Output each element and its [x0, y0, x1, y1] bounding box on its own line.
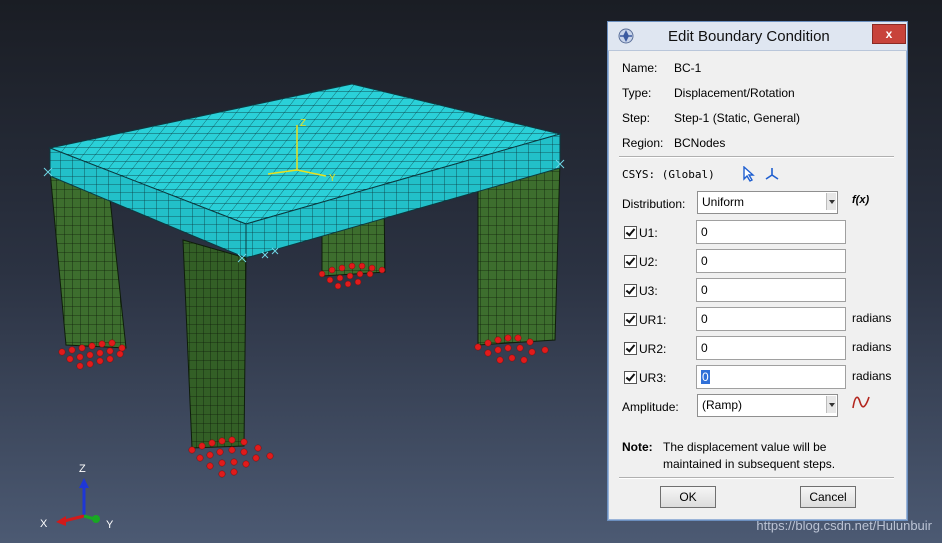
separator-bottom	[619, 477, 894, 479]
note-text-line-2: maintained in subsequent steps.	[663, 457, 836, 471]
distribution-label: Distribution:	[622, 197, 686, 211]
u3-label: U3:	[639, 284, 658, 298]
amplitude-value: (Ramp)	[702, 398, 743, 412]
u2-checkbox[interactable]	[624, 255, 637, 268]
ok-button[interactable]: OK	[660, 486, 716, 508]
ur2-label: UR2:	[639, 342, 667, 356]
dialog-content: Name: BC-1 Type: Displacement/Rotation S…	[614, 52, 901, 514]
view-triad[interactable]	[56, 478, 100, 526]
triad-label-z: Z	[79, 463, 86, 475]
u3-value: 0	[701, 283, 708, 297]
triad-label-y: Y	[106, 519, 114, 531]
u1-checkbox[interactable]	[624, 226, 637, 239]
distribution-value: Uniform	[702, 195, 745, 209]
app-icon	[618, 28, 634, 44]
ur1-input[interactable]: 0	[696, 307, 846, 331]
cancel-button[interactable]: Cancel	[800, 486, 856, 508]
csys-label-z: Z	[300, 118, 306, 129]
ur1-value: 0	[701, 312, 708, 326]
ur3-label: UR3:	[639, 371, 667, 385]
note-text-line-1: The displacement value will be	[663, 440, 827, 454]
select-csys-icon[interactable]	[742, 166, 756, 182]
ur3-input[interactable]: 0	[696, 365, 846, 389]
u1-value: 0	[701, 225, 708, 239]
csys-label: CSYS: (Global)	[622, 168, 715, 181]
step-value: Step-1 (Static, General)	[674, 111, 801, 125]
u2-label: U2:	[639, 255, 658, 269]
front-leg	[182, 239, 247, 449]
create-csys-icon[interactable]	[764, 166, 780, 182]
step-label: Step:	[622, 111, 651, 125]
u3-input[interactable]: 0	[696, 278, 846, 302]
dialog-titlebar[interactable]: Edit Boundary Condition x	[608, 22, 907, 51]
create-amplitude-icon[interactable]	[851, 393, 871, 411]
csys-label-y: Y	[329, 173, 336, 184]
close-button[interactable]: x	[872, 24, 906, 44]
u2-input[interactable]: 0	[696, 249, 846, 273]
distribution-select[interactable]: Uniform	[697, 191, 838, 214]
ur1-unit: radians	[852, 311, 892, 325]
edit-boundary-condition-dialog: Edit Boundary Condition x Name: BC-1 Typ…	[607, 21, 908, 521]
ur2-value: 0	[701, 341, 708, 355]
type-value: Displacement/Rotation	[674, 86, 795, 100]
bc-markers-front	[188, 436, 274, 478]
region-value: BCNodes	[674, 136, 726, 150]
u1-input[interactable]: 0	[696, 220, 846, 244]
u2-value: 0	[701, 254, 708, 268]
separator-top	[619, 156, 894, 158]
name-label: Name:	[622, 61, 658, 75]
note-label: Note:	[622, 440, 653, 454]
triad-label-x: X	[40, 518, 48, 530]
amplitude-dropdown-icon	[826, 396, 836, 413]
ur3-checkbox[interactable]	[624, 371, 637, 384]
ur1-checkbox[interactable]	[624, 313, 637, 326]
amplitude-select[interactable]: (Ramp)	[697, 394, 838, 417]
amplitude-label: Amplitude:	[622, 400, 679, 414]
ur3-value: 0	[701, 370, 710, 384]
ur2-unit: radians	[852, 340, 892, 354]
distribution-dropdown-icon	[826, 193, 836, 210]
region-label: Region:	[622, 136, 664, 150]
type-label: Type:	[622, 86, 652, 100]
ur2-checkbox[interactable]	[624, 342, 637, 355]
u1-label: U1:	[639, 226, 658, 240]
fx-button[interactable]: f(x)	[852, 194, 869, 206]
name-value: BC-1	[674, 61, 702, 75]
u3-checkbox[interactable]	[624, 284, 637, 297]
ur2-input[interactable]: 0	[696, 336, 846, 360]
ur3-unit: radians	[852, 369, 892, 383]
dialog-title: Edit Boundary Condition	[668, 28, 830, 45]
ur1-label: UR1:	[639, 313, 667, 327]
